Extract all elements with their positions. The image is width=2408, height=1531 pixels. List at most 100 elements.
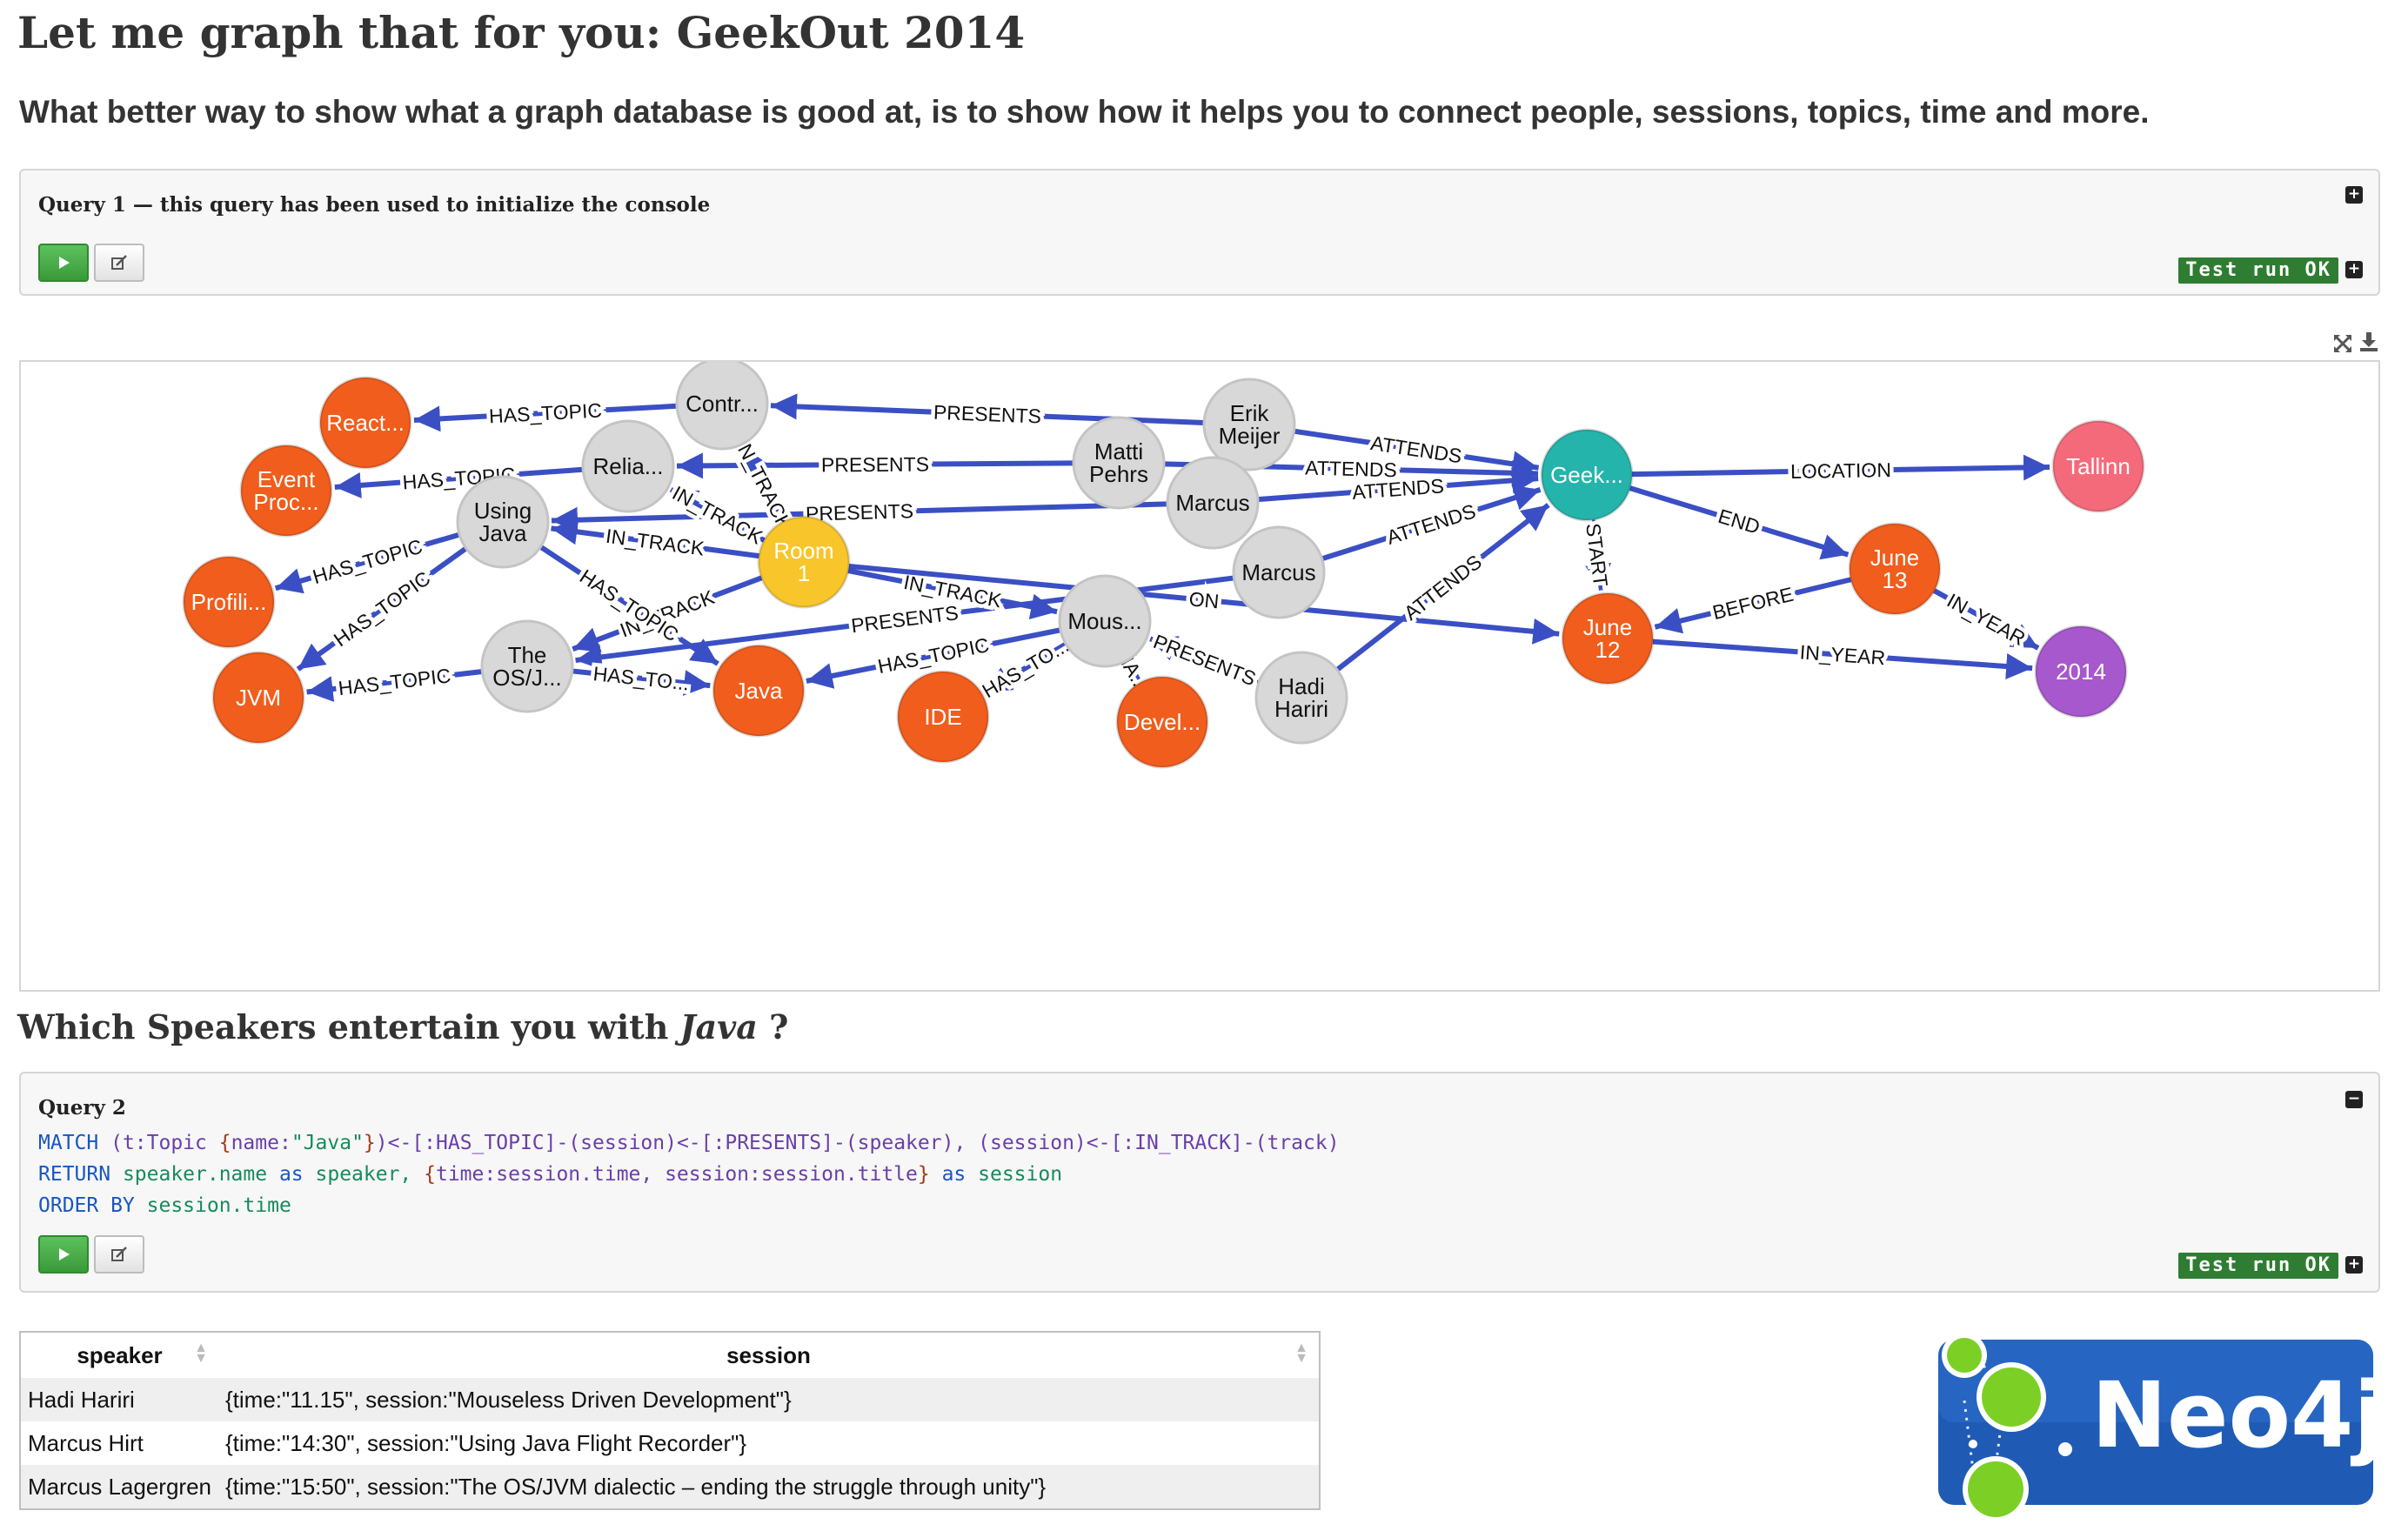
graph-node-erik[interactable]: ErikMeijer [1202,378,1296,471]
graph-node-usingjava[interactable]: UsingJava [456,475,550,569]
graph-node-react[interactable]: React... [318,376,412,470]
code-token: } [363,1132,376,1154]
graph-node-june12[interactable]: June12 [1561,592,1655,685]
results-header-row: speaker ▲ ▼ session ▲ ▼ [20,1332,1320,1378]
code-token: as [941,1163,979,1186]
node-label: Pehrs [1089,461,1148,487]
code-line: ORDER BY session.time [38,1190,291,1221]
code-token: )<-[:HAS_TOPIC]-(session)<-[:PRESENTS]-(… [375,1132,1340,1154]
edge-label: HAS_TOPIC [488,398,602,427]
page-subtitle: What better way to show what a graph dat… [19,94,2150,130]
edge-label: IN_YEAR [1943,589,2030,650]
section-heading-suffix: ? [757,1007,789,1046]
code-token: name: [231,1132,291,1154]
minus-square-icon[interactable]: − [2345,1091,2363,1108]
graph-node-matti[interactable]: MattiPehrs [1072,416,1166,510]
graph-node-geek[interactable]: Geek... [1540,428,1634,522]
node-label: IDE [924,704,961,730]
graph-node-contr[interactable]: Contr... [675,362,769,451]
edge-label: ATTENDS [1400,550,1486,624]
node-label: 2014 [2056,659,2106,685]
play-icon [59,257,70,269]
download-icon[interactable] [2358,331,2380,353]
section-heading-topic: Java [679,1007,758,1046]
node-label: Meijer [1219,423,1281,449]
node-label: 1 [798,560,810,586]
page-title: Let me graph that for you: GeekOut 2014 [17,7,1026,58]
graph-node-marcus2[interactable]: Marcus [1232,525,1326,619]
play-icon [59,1248,70,1260]
edge-label: IN_TRACK [605,525,706,560]
graph-node-relia[interactable]: Relia... [581,419,675,513]
code-token: { [218,1132,231,1154]
code-token: speaker, [315,1163,425,1186]
neo4j-logo: Neo4j [1930,1331,2385,1522]
graph-node-java[interactable]: Java [712,644,806,738]
code-token: RETURN [38,1163,123,1186]
graph-node-event[interactable]: EventProc... [239,444,333,538]
graph-edge[interactable]: BEFORE [1654,577,1852,634]
edge-label: PRESENTS [821,453,929,477]
cell-speaker: Marcus Lagergren [20,1465,218,1509]
graph-edge[interactable]: START [1578,518,1616,592]
edge-label: IN_YEAR [1799,640,1886,669]
graph-node-ide[interactable]: IDE [896,670,990,764]
fullscreen-icon[interactable] [2331,332,2354,355]
node-label: React... [326,410,405,436]
graph-edge[interactable]: HAS_TO... [572,659,711,699]
plus-square-icon[interactable]: + [2345,261,2363,278]
graph-node-room1[interactable]: Room1 [757,515,851,609]
query2-status-badge: Test run OK [2178,1253,2338,1279]
plus-square-icon[interactable]: + [2345,186,2363,204]
graph-edge[interactable]: ATTENDS [1257,467,1539,508]
graph-canvas[interactable]: HAS_TOPIC PRESENTSATTENDSHAS_TOPIC PRESENT… [21,362,2380,992]
graph-edge[interactable]: HAS_TOPIC [306,660,483,704]
graph-node-profili[interactable]: Profili... [182,555,276,649]
graph-node-y2014[interactable]: 2014 [2034,625,2128,719]
plus-square-icon[interactable]: + [2345,1256,2363,1274]
graph-node-devel[interactable]: Devel... [1115,675,1209,769]
run-query1-button[interactable] [38,244,89,282]
graph-node-tallinn[interactable]: Tallinn [2051,419,2145,513]
node-label: Contr... [686,391,759,417]
column-header-speaker[interactable]: speaker ▲ ▼ [20,1332,218,1378]
code-token: } [917,1163,942,1186]
graph-edge[interactable]: HAS_TOPIC [274,531,460,594]
graph-node-hadi[interactable]: HadiHariri [1254,651,1348,745]
node-label: Devel... [1124,709,1201,735]
edge-label: HAS_TO... [592,662,691,694]
graph-node-theos[interactable]: TheOS/J... [480,619,574,713]
edge-label: START [1582,522,1612,588]
graph-visualization[interactable]: HAS_TOPIC PRESENTS ATTENDS HAS_TOPIC PRESENT… [19,360,2380,992]
graph-edge[interactable]: PRESENTS [676,449,1074,480]
graph-edge[interactable]: LOCATION [1631,454,2050,487]
edge-label: END [1716,505,1763,538]
node-label: OS/J... [492,665,561,691]
graph-node-mous[interactable]: Mous... [1058,574,1152,668]
column-header-session[interactable]: session ▲ ▼ [218,1332,1320,1378]
node-label: Java [735,678,783,704]
node-label: Tallinn [2066,453,2130,479]
graph-edge[interactable]: IN_YEAR [1933,585,2040,654]
graph-node-jvm[interactable]: JVM [211,651,305,745]
graph-node-marcus1[interactable]: Marcus [1166,456,1260,550]
graph-edge[interactable]: IN_YEAR [1652,637,2033,679]
query2-title: Query 2 [38,1096,126,1120]
sort-icon[interactable]: ▲ ▼ [1294,1341,1308,1366]
edit-query1-button[interactable] [94,244,144,282]
run-query2-button[interactable] [38,1235,89,1274]
code-token: session [978,1163,1063,1186]
code-token: speaker.name [122,1163,279,1186]
graph-node-june13[interactable]: June13 [1848,522,1942,616]
sort-icon[interactable]: ▲ ▼ [194,1341,208,1366]
edit-query2-button[interactable] [94,1235,144,1274]
cell-speaker: Hadi Hariri [20,1378,218,1421]
cell-speaker: Marcus Hirt [20,1421,218,1465]
graph-edge[interactable]: END [1629,485,1849,560]
edge-label: ATTENDS [1384,499,1479,549]
table-row: Hadi Hariri {time:"11.15", session:"Mous… [20,1378,1320,1421]
cell-session: {time:"15:50", session:"The OS/JVM diale… [218,1465,1320,1509]
node-label: Mous... [1067,608,1141,634]
node-label: Marcus [1241,559,1315,585]
edge-label: HAS_TOPIC [876,633,992,678]
